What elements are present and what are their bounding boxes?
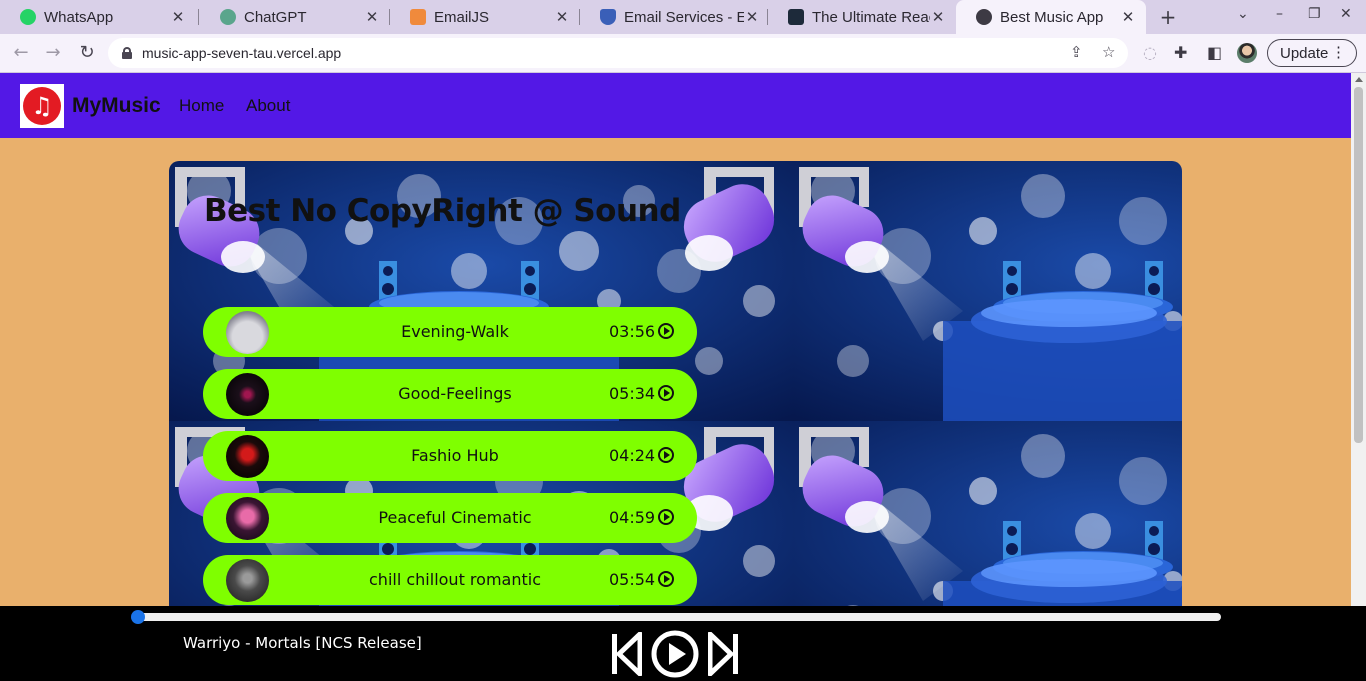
tab-react[interactable]: The Ultimate React ✕ [768,0,956,34]
more-vert-icon: ⋮ [1331,44,1346,61]
song-card[interactable]: chill chillout romantic 05:54 [203,555,697,605]
lock-icon[interactable] [122,47,132,59]
close-icon[interactable]: ✕ [930,8,946,26]
song-duration: 05:34 [609,384,656,403]
emailjs-shield-icon [600,9,616,25]
music-player-bar: Warriyo - Mortals [NCS Release] [0,606,1366,681]
play-circle-icon[interactable] [658,571,674,587]
progress-slider-knob[interactable] [131,610,145,624]
site-navbar: ♫ MyMusic Home About [0,73,1351,138]
previous-track-icon[interactable] [610,632,642,676]
react-icon [788,9,804,25]
tab-search-icon[interactable]: ⌄ [1237,6,1249,22]
chatgpt-icon [220,9,236,25]
side-panel-icon[interactable]: ◧ [1207,43,1222,62]
tab-title: WhatsApp [44,8,114,26]
song-card[interactable]: Fashio Hub 04:24 [203,431,697,481]
tab-title: ChatGPT [244,8,307,26]
next-track-icon[interactable] [708,632,740,676]
close-icon[interactable]: ✕ [554,8,570,26]
emailjs-icon [410,9,426,25]
forward-icon[interactable]: → [42,42,64,63]
minimize-icon[interactable]: – [1276,6,1283,22]
album-art-thumbnail [226,559,269,602]
close-icon[interactable]: ✕ [1120,8,1136,26]
song-duration: 04:24 [609,446,656,465]
update-label: Update [1280,44,1329,62]
tab-whatsapp[interactable]: WhatsApp ✕ [0,0,196,34]
now-playing-title: Warriyo - Mortals [NCS Release] [183,634,422,652]
close-icon[interactable]: ✕ [170,8,186,26]
share-icon[interactable]: ⇪ [1070,43,1083,61]
play-circle-icon[interactable] [658,447,674,463]
url-text[interactable]: music-app-seven-tau.vercel.app [142,45,341,61]
reload-icon[interactable]: ↻ [76,42,98,63]
tab-title: The Ultimate React [812,8,930,26]
play-circle-icon[interactable] [658,509,674,525]
profile-avatar[interactable] [1237,43,1257,63]
album-art-thumbnail [226,373,269,416]
close-window-icon[interactable]: ✕ [1340,6,1352,22]
album-art-thumbnail [226,497,269,540]
page-headline: Best No CopyRight @ Sound [204,193,681,229]
song-title: Peaceful Cinematic [378,508,532,527]
album-art-thumbnail [226,311,269,354]
play-circle-icon[interactable] [658,385,674,401]
nav-link-home[interactable]: Home [179,96,224,116]
song-title: Good-Feelings [398,384,512,403]
song-card[interactable]: Good-Feelings 05:34 [203,369,697,419]
song-title: Evening-Walk [401,322,509,341]
song-title: Fashio Hub [411,446,499,465]
tab-separator [198,9,199,25]
browser-tab-bar: WhatsApp ✕ ChatGPT ✕ EmailJS ✕ Email Ser… [0,0,1366,34]
tab-email-services[interactable]: Email Services - En ✕ [580,0,770,34]
song-card[interactable]: Evening-Walk 03:56 [203,307,697,357]
tab-title: Email Services - En [624,8,744,26]
new-tab-button[interactable]: + [1158,5,1178,29]
brand-name[interactable]: MyMusic [72,94,161,118]
address-bar[interactable]: music-app-seven-tau.vercel.app ⇪ ☆ [108,38,1128,68]
globe-icon [976,9,992,25]
play-circle-icon[interactable] [658,323,674,339]
scrollbar-thumb[interactable] [1354,87,1363,443]
tab-best-music-app[interactable]: Best Music App ✕ [956,0,1146,34]
music-note-icon: ♫ [23,87,61,125]
restore-icon[interactable]: ❐ [1308,6,1321,22]
update-button[interactable]: Update ⋮ [1267,39,1357,67]
song-duration: 03:56 [609,322,656,341]
page-scrollbar[interactable] [1351,73,1366,606]
progress-slider[interactable] [131,610,1221,624]
song-title: chill chillout romantic [369,570,541,589]
extensions-puzzle-icon[interactable]: ✚ [1174,43,1187,62]
whatsapp-icon [20,9,36,25]
tab-title: EmailJS [434,8,490,26]
tab-emailjs[interactable]: EmailJS ✕ [390,0,580,34]
tab-title: Best Music App [1000,8,1104,26]
tab-chatgpt[interactable]: ChatGPT ✕ [200,0,390,34]
bookmark-star-icon[interactable]: ☆ [1102,43,1115,61]
site-logo[interactable]: ♫ [20,84,64,128]
extension-loading-icon[interactable]: ◌ [1143,43,1157,62]
back-icon[interactable]: ← [10,42,32,63]
song-card[interactable]: Peaceful Cinematic 04:59 [203,493,697,543]
play-icon[interactable] [651,630,699,678]
nav-link-about[interactable]: About [246,96,290,116]
close-icon[interactable]: ✕ [744,8,760,26]
song-duration: 04:59 [609,508,656,527]
close-icon[interactable]: ✕ [364,8,380,26]
song-duration: 05:54 [609,570,656,589]
album-art-thumbnail [226,435,269,478]
scroll-up-icon[interactable] [1355,77,1363,82]
browser-toolbar: ← → ↻ music-app-seven-tau.vercel.app ⇪ ☆… [0,34,1366,73]
